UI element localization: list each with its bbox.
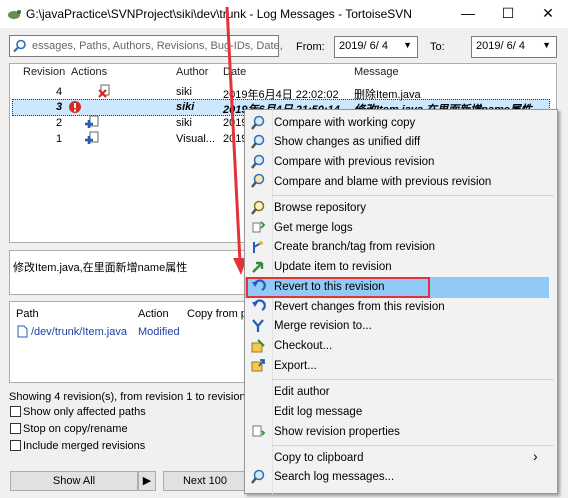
delete-action-icon xyxy=(98,84,110,98)
menu-item-edit-log-message[interactable]: Edit log message xyxy=(274,406,362,418)
to-label: To: xyxy=(430,41,445,53)
path-entry[interactable]: /dev/trunk/Item.java xyxy=(31,326,127,338)
menu-item-browse-repository[interactable]: Browse repository xyxy=(274,202,366,214)
revert-icon xyxy=(250,299,266,315)
menu-item-compare-previous[interactable]: Compare with previous revision xyxy=(274,156,434,168)
row-author: siki xyxy=(176,117,192,129)
chevron-down-icon: ▼ xyxy=(542,40,551,50)
menu-separator xyxy=(272,379,554,380)
branch-icon xyxy=(250,239,266,255)
column-header-action[interactable]: Action xyxy=(138,308,169,320)
stop-on-copy-checkbox[interactable] xyxy=(10,423,21,434)
menu-separator xyxy=(272,445,554,446)
row-date: 2019年6月4日 22:02:02 xyxy=(223,89,339,101)
window-title: G:\javaPractice\SVNProject\siki\dev\trun… xyxy=(26,7,412,21)
column-header-date[interactable]: Date xyxy=(223,66,246,78)
include-merged-checkbox[interactable] xyxy=(10,440,21,451)
title-bar: G:\javaPractice\SVNProject\siki\dev\trun… xyxy=(0,0,568,28)
menu-separator xyxy=(272,195,554,196)
magnifier-icon xyxy=(250,115,266,131)
status-text: Showing 4 revision(s), from revision 1 t… xyxy=(9,391,271,403)
search-icon xyxy=(250,469,266,485)
add-action-icon xyxy=(85,131,99,144)
to-date-value: 2019/ 6/ 4 xyxy=(476,40,525,52)
menu-item-copy-to-clipboard[interactable]: Copy to clipboard xyxy=(274,452,364,464)
menu-item-unified-diff[interactable]: Show changes as unified diff xyxy=(274,136,420,148)
menu-item-edit-author[interactable]: Edit author xyxy=(274,386,330,398)
search-input[interactable]: essages, Paths, Authors, Revisions, Bug-… xyxy=(9,35,283,57)
menu-item-search-log[interactable]: Search log messages... xyxy=(274,471,394,483)
row-author: siki xyxy=(176,86,192,98)
menu-item-checkout[interactable]: Checkout... xyxy=(274,340,332,352)
repo-browser-icon xyxy=(250,200,266,216)
row-revision: 1 xyxy=(56,133,63,145)
to-date-picker[interactable]: 2019/ 6/ 4 ▼ xyxy=(471,36,557,58)
row-revision: 4 xyxy=(56,86,63,98)
minimize-button[interactable]: — xyxy=(448,0,488,28)
context-menu-items: Compare with working copy Show changes a… xyxy=(244,109,558,494)
show-all-dropdown-button[interactable]: ▶ xyxy=(138,471,156,491)
menu-item-compare-blame[interactable]: Compare and blame with previous revision xyxy=(274,176,491,188)
magnifier-icon xyxy=(250,134,266,150)
menu-item-revert-changes[interactable]: Revert changes from this revision xyxy=(274,301,445,313)
alert-icon xyxy=(69,101,81,113)
next-100-button[interactable]: Next 100 xyxy=(163,471,247,491)
log-message-text: 修改Item.java,在里面新增name属性 xyxy=(13,262,188,274)
chevron-down-icon: ▼ xyxy=(403,40,412,50)
menu-item-revision-properties[interactable]: Show revision properties xyxy=(274,426,400,438)
from-label: From: xyxy=(296,41,325,53)
row-author: siki xyxy=(176,101,195,113)
column-header-author[interactable]: Author xyxy=(176,66,208,78)
show-affected-paths-label: Show only affected paths xyxy=(23,406,146,418)
row-revision: 3 xyxy=(56,101,63,113)
column-header-revision[interactable]: Revision xyxy=(23,66,65,78)
row-revision: 2 xyxy=(56,117,63,129)
magnifier-blame-icon xyxy=(250,173,266,189)
show-affected-paths-checkbox[interactable] xyxy=(10,406,21,417)
annotation-highlight-box xyxy=(246,277,430,298)
from-date-value: 2019/ 6/ 4 xyxy=(339,40,388,52)
show-all-button[interactable]: Show All xyxy=(10,471,138,491)
search-icon[interactable] xyxy=(13,39,27,53)
menu-item-update-to-revision[interactable]: Update item to revision xyxy=(274,261,392,273)
menu-item-create-branch[interactable]: Create branch/tag from revision xyxy=(274,241,435,253)
menu-item-export[interactable]: Export... xyxy=(274,360,317,372)
export-icon xyxy=(250,357,266,373)
row-message: 删除Item.java xyxy=(354,89,421,101)
include-merged-label: Include merged revisions xyxy=(23,440,146,452)
add-action-icon xyxy=(85,115,99,128)
menu-item-get-merge-logs[interactable]: Get merge logs xyxy=(274,222,353,234)
column-header-message[interactable]: Message xyxy=(354,66,399,78)
column-header-actions[interactable]: Actions xyxy=(71,66,107,78)
search-placeholder: essages, Paths, Authors, Revisions, Bug-… xyxy=(32,40,283,52)
checkout-icon xyxy=(250,338,266,354)
update-icon xyxy=(250,259,266,275)
column-header-path[interactable]: Path xyxy=(16,308,39,320)
stop-on-copy-label: Stop on copy/rename xyxy=(23,423,128,435)
maximize-button[interactable]: ☐ xyxy=(488,0,528,28)
magnifier-icon xyxy=(250,154,266,170)
submenu-chevron-icon: › xyxy=(533,448,538,464)
file-icon xyxy=(17,325,28,338)
from-date-picker[interactable]: 2019/ 6/ 4 ▼ xyxy=(334,36,418,58)
close-button[interactable]: ✕ xyxy=(528,0,568,28)
row-author: Visual... xyxy=(176,133,215,145)
merge-icon xyxy=(250,318,266,334)
properties-icon xyxy=(250,423,266,439)
path-action: Modified xyxy=(138,326,180,338)
tortoise-app-icon xyxy=(8,10,21,19)
menu-item-compare-working-copy[interactable]: Compare with working copy xyxy=(274,117,415,129)
menu-item-merge-revision[interactable]: Merge revision to... xyxy=(274,320,372,332)
merge-log-icon xyxy=(250,219,266,235)
